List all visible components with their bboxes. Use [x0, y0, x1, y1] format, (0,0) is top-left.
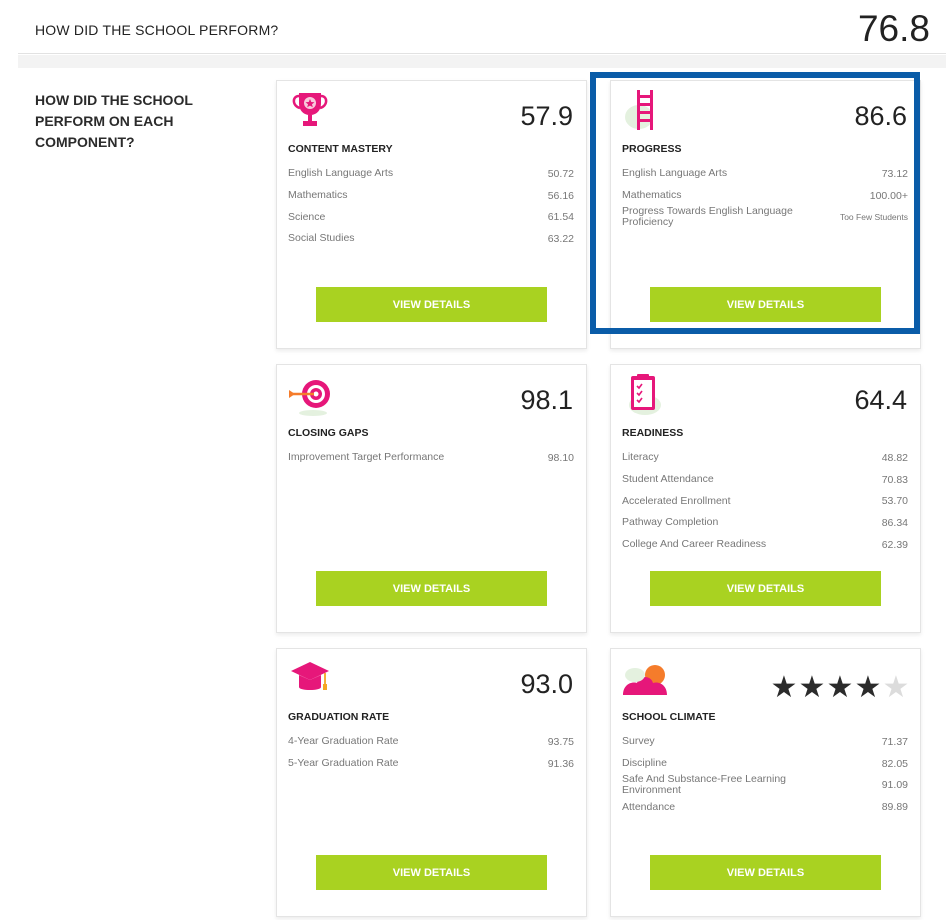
list-item: Improvement Target Performance 98.10: [288, 447, 574, 469]
card-content-mastery: 57.9 CONTENT MASTERY English Language Ar…: [276, 80, 587, 349]
row-value: 61.54: [547, 211, 574, 224]
row-label: Mathematics: [288, 189, 348, 202]
list-item: Social Studies 63.22: [288, 228, 574, 250]
graduation-cap-icon: [287, 655, 333, 701]
card-closing-gaps: 98.1 CLOSING GAPS Improvement Target Per…: [276, 364, 587, 633]
row-value: 73.12: [881, 167, 908, 180]
header-divider: [18, 55, 946, 68]
row-label: College And Career Readiness: [622, 538, 767, 551]
row-value: 82.05: [881, 757, 908, 770]
overall-score: 76.8: [857, 8, 930, 49]
row-value: 70.83: [881, 473, 908, 486]
row-value: 56.16: [547, 189, 574, 202]
trophy-icon: [287, 87, 333, 133]
row-label: Accelerated Enrollment: [622, 494, 731, 507]
list-item: Attendance 89.89: [622, 796, 908, 818]
card-score: 93.0: [520, 669, 573, 699]
list-item: Mathematics 100.00+: [622, 185, 908, 207]
card-score: 98.1: [520, 385, 573, 415]
list-item: 4-Year Graduation Rate 93.75: [288, 731, 574, 753]
row-value: 48.82: [881, 451, 908, 464]
view-details-button[interactable]: VIEW DETAILS: [316, 287, 547, 322]
list-item: Safe And Substance-Free Learning Environ…: [622, 774, 908, 796]
row-label: English Language Arts: [622, 167, 728, 180]
row-label: Discipline: [622, 757, 667, 770]
row-label: Student Attendance: [622, 473, 714, 486]
list-item: English Language Arts 73.12: [622, 163, 908, 185]
card-title: READINESS: [622, 427, 684, 439]
list-item: Pathway Completion 86.34: [622, 512, 908, 534]
row-label: Safe And Substance-Free Learning Environ…: [622, 773, 787, 797]
clipboard-icon: [621, 371, 667, 417]
card-readiness: 64.4 READINESS Literacy 48.82 Student Att…: [610, 364, 921, 633]
row-label: Social Studies: [288, 232, 355, 245]
view-details-button[interactable]: VIEW DETAILS: [650, 571, 881, 606]
row-label: Attendance: [622, 800, 676, 813]
card-title: PROGRESS: [622, 143, 682, 155]
view-details-button[interactable]: VIEW DETAILS: [316, 855, 547, 890]
row-label: Pathway Completion: [622, 516, 719, 529]
star-filled-icon: ★: [826, 671, 854, 704]
list-item: English Language Arts 50.72: [288, 163, 574, 185]
page-title: HOW DID THE SCHOOL PERFORM?: [35, 22, 279, 38]
list-item: Discipline 82.05: [622, 753, 908, 775]
row-value: 91.09: [881, 779, 908, 792]
card-title: CONTENT MASTERY: [288, 143, 393, 155]
list-item: Survey 71.37: [622, 731, 908, 753]
row-label: Improvement Target Performance: [288, 451, 445, 464]
row-label: Survey: [622, 735, 655, 748]
row-value: 62.39: [881, 538, 908, 551]
row-value: 89.89: [881, 801, 908, 814]
row-value: 63.22: [547, 232, 574, 245]
view-details-button[interactable]: VIEW DETAILS: [316, 571, 547, 606]
list-item: Accelerated Enrollment 53.70: [622, 490, 908, 512]
card-progress: 86.6 PROGRESS English Language Arts 73.12…: [610, 80, 921, 349]
ladder-icon: [621, 87, 667, 133]
row-label: English Language Arts: [288, 167, 394, 180]
view-details-button[interactable]: VIEW DETAILS: [650, 287, 881, 322]
card-school-climate: ★ ★ ★ ★ ★ SCHOOL CLIMATE Survey 71.37 Dis…: [610, 648, 921, 917]
sun-cloud-icon: [621, 655, 667, 701]
list-item: Progress Towards English Language Profic…: [622, 206, 908, 228]
row-value: 100.00+: [869, 189, 908, 202]
list-item: Mathematics 56.16: [288, 185, 574, 207]
row-value: 93.75: [547, 735, 574, 748]
star-empty-icon: ★: [882, 671, 910, 704]
card-title: GRADUATION RATE: [288, 711, 390, 723]
view-details-button[interactable]: VIEW DETAILS: [650, 855, 881, 890]
card-score: 57.9: [520, 101, 573, 131]
star-filled-icon: ★: [770, 671, 798, 704]
row-value: 71.37: [881, 735, 908, 748]
card-graduation-rate: 93.0 GRADUATION RATE 4-Year Graduation R…: [276, 648, 587, 917]
row-value: Too Few Students: [839, 212, 908, 223]
row-label: Mathematics: [622, 189, 682, 202]
card-score: 64.4: [854, 385, 907, 415]
list-item: Student Attendance 70.83: [622, 469, 908, 491]
component-question: HOW DID THE SCHOOL PERFORM ON EACH COMPO…: [35, 92, 193, 150]
card-title: SCHOOL CLIMATE: [622, 711, 716, 723]
row-label: Progress Towards English Language Profic…: [622, 205, 793, 229]
header-bar: HOW DID THE SCHOOL PERFORM? 76.8: [18, 0, 946, 54]
star-filled-icon: ★: [798, 671, 826, 704]
row-value: 98.10: [547, 451, 574, 464]
row-value: 50.72: [547, 167, 574, 180]
list-item: Literacy 48.82: [622, 447, 908, 469]
row-label: Literacy: [622, 451, 659, 464]
rating-stars: ★ ★ ★ ★ ★: [770, 673, 910, 703]
list-item: Science 61.54: [288, 206, 574, 228]
target-icon: [287, 371, 333, 417]
list-item: College And Career Readiness 62.39: [622, 534, 908, 556]
card-score: 86.6: [854, 101, 907, 131]
row-label: 5-Year Graduation Rate: [288, 757, 399, 770]
row-label: Science: [288, 210, 326, 223]
list-item: 5-Year Graduation Rate 91.36: [288, 753, 574, 775]
star-filled-icon: ★: [854, 671, 882, 704]
row-value: 53.70: [881, 495, 908, 508]
row-value: 91.36: [547, 757, 574, 770]
card-title: CLOSING GAPS: [288, 427, 369, 439]
row-label: 4-Year Graduation Rate: [288, 735, 399, 748]
row-value: 86.34: [881, 516, 908, 529]
